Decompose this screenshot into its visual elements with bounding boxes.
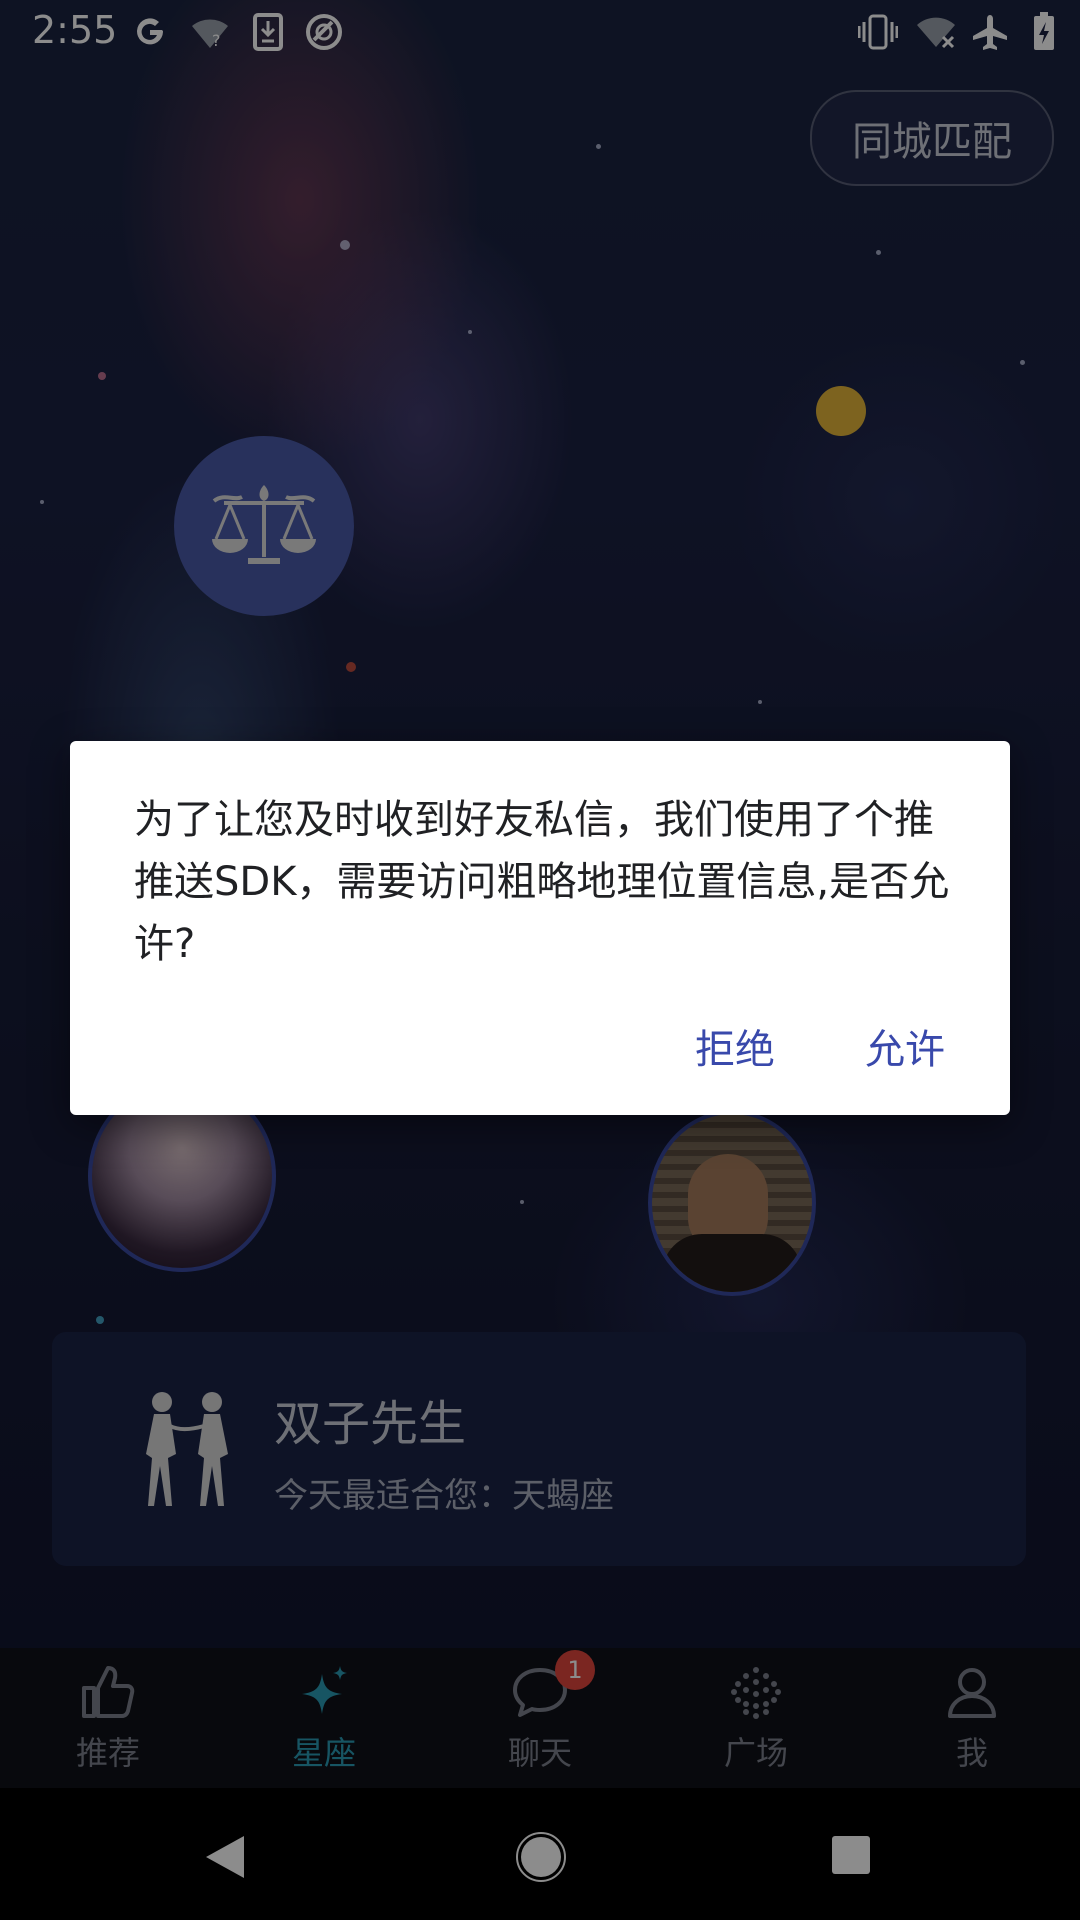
- permission-dialog: 为了让您及时收到好友私信，我们使用了个推推送SDK，需要访问粗略地理位置信息,是…: [70, 741, 1010, 1115]
- screen: 2:55 ? 同城匹配 双子先生 今天最适合您：天蝎座 推荐 星座 聊天 广场 …: [0, 0, 1080, 1920]
- dialog-message: 为了让您及时收到好友私信，我们使用了个推推送SDK，需要访问粗略地理位置信息,是…: [134, 797, 950, 967]
- allow-button[interactable]: 允许: [840, 1011, 970, 1081]
- deny-button[interactable]: 拒绝: [670, 1011, 800, 1081]
